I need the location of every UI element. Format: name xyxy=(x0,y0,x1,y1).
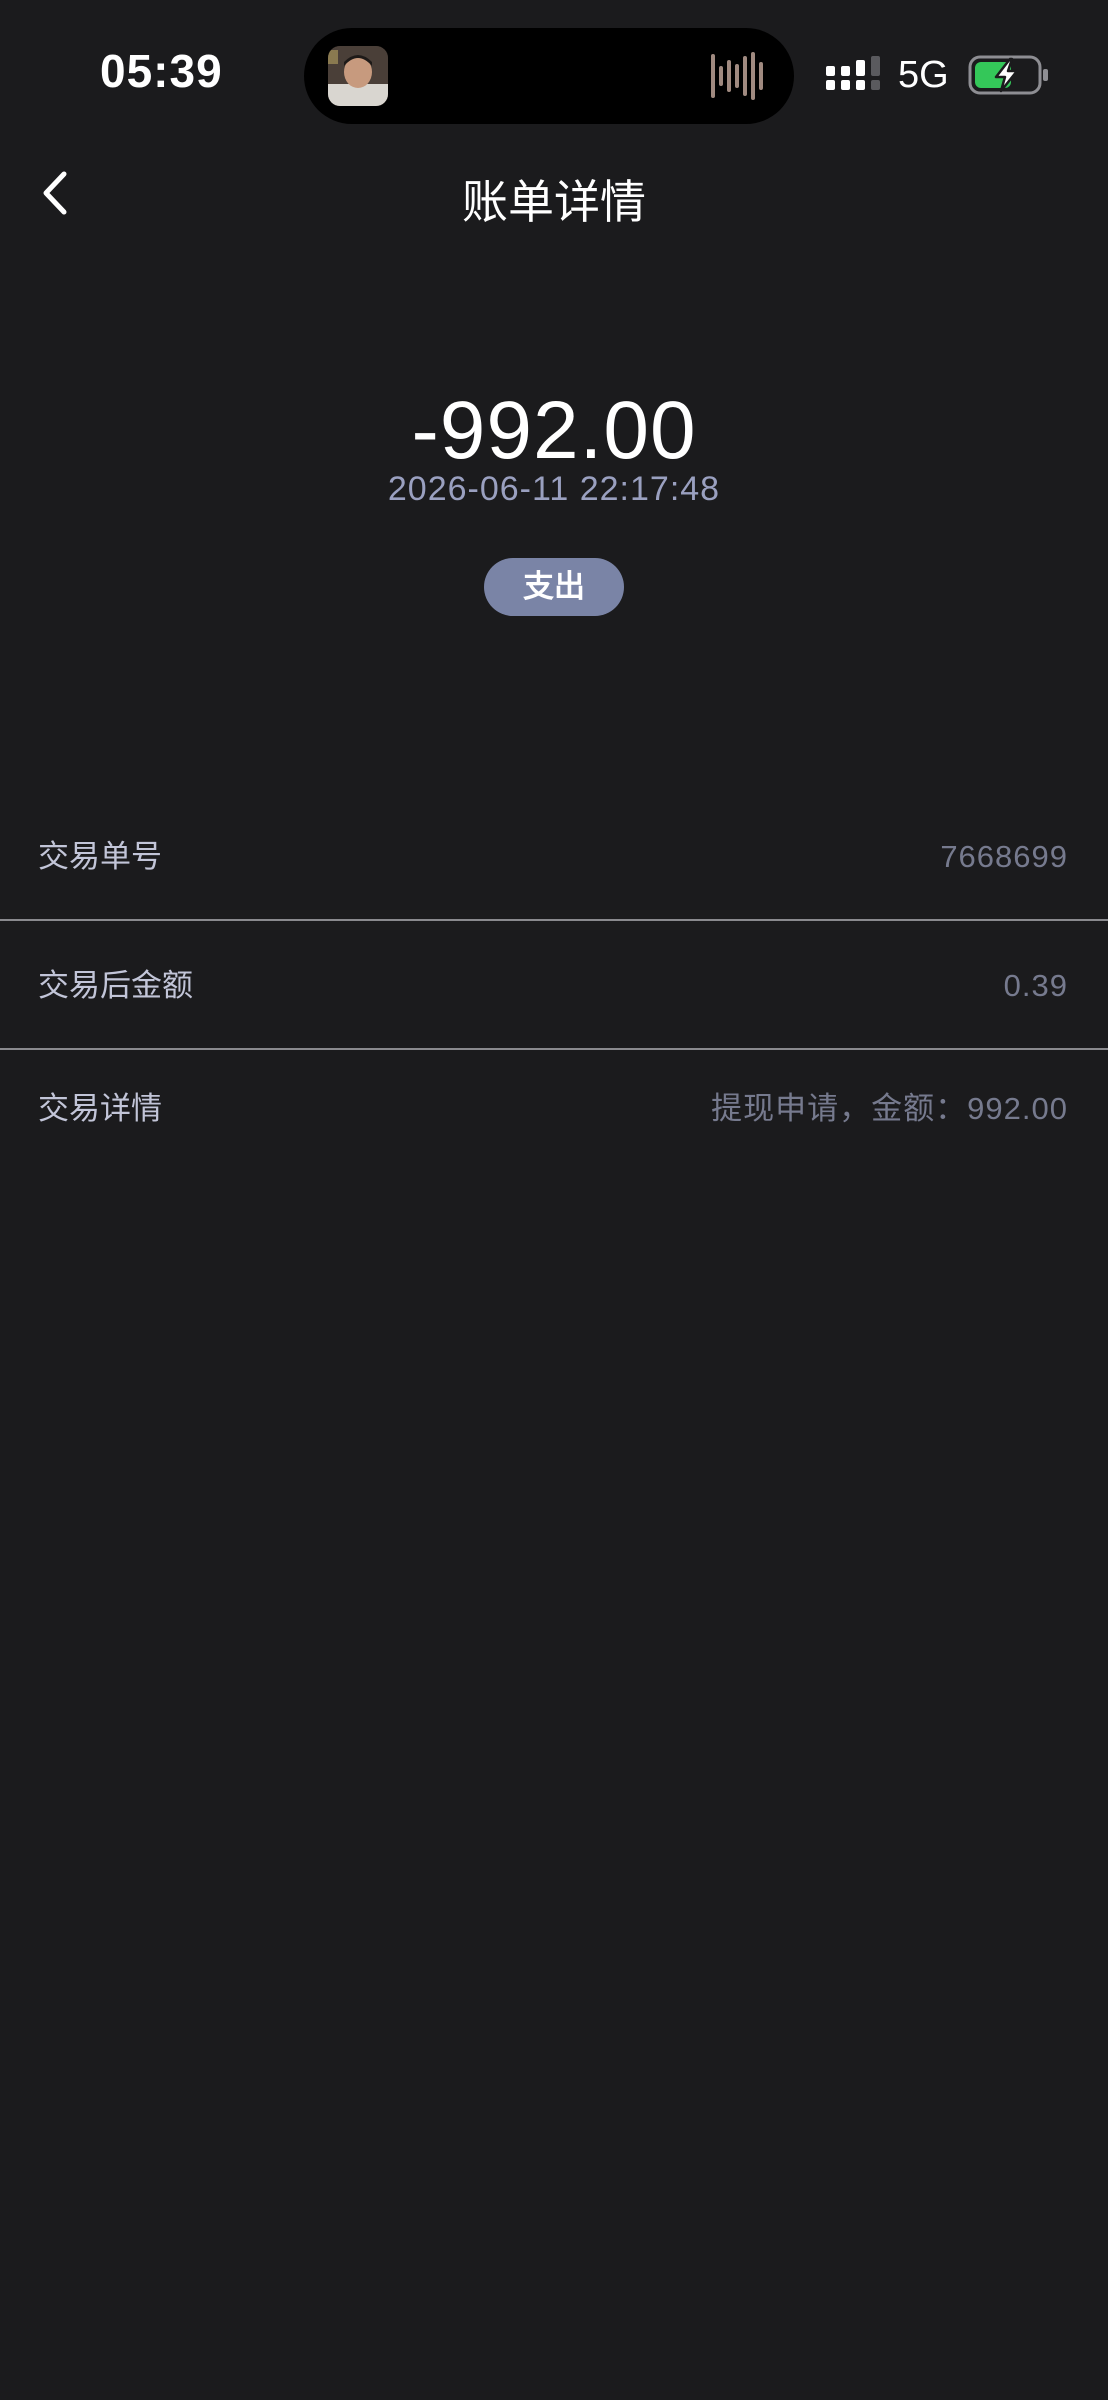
detail-value: 7668699 xyxy=(940,839,1068,874)
detail-label: 交易单号 xyxy=(38,839,162,874)
transaction-datetime: 2026-06-11 22:17:48 xyxy=(387,470,721,508)
network-type: 5G xyxy=(898,54,949,96)
battery-charging-icon xyxy=(968,54,1050,96)
signal-icon xyxy=(824,56,884,94)
detail-row-order-number: 交易单号 7668699 xyxy=(0,793,1108,921)
transaction-type-badge: 支出 xyxy=(484,558,624,616)
page-title: 账单详情 xyxy=(462,176,646,228)
detail-value: 0.39 xyxy=(1003,968,1068,1003)
transaction-amount: -992.00 xyxy=(411,385,697,476)
divider xyxy=(0,919,1108,921)
status-time: 05:39 xyxy=(100,45,223,97)
detail-value: 提现申请，金额：992.00 xyxy=(711,1091,1068,1126)
detail-label: 交易详情 xyxy=(38,1091,162,1126)
bill-detail-screen: 05:39 5G 账单详情 -992.00 2026-06-11 22:17:4… xyxy=(0,0,1108,2400)
detail-row-description: 交易详情 提现申请，金额：992.00 xyxy=(0,1045,1108,1173)
detail-label: 交易后金额 xyxy=(38,968,193,1003)
voice-wave-icon xyxy=(710,50,768,102)
detail-row-balance-after: 交易后金额 0.39 xyxy=(0,922,1108,1050)
live-activity-avatar xyxy=(328,46,388,106)
dynamic-island[interactable] xyxy=(304,28,794,124)
status-bar: 05:39 5G xyxy=(0,0,1108,150)
